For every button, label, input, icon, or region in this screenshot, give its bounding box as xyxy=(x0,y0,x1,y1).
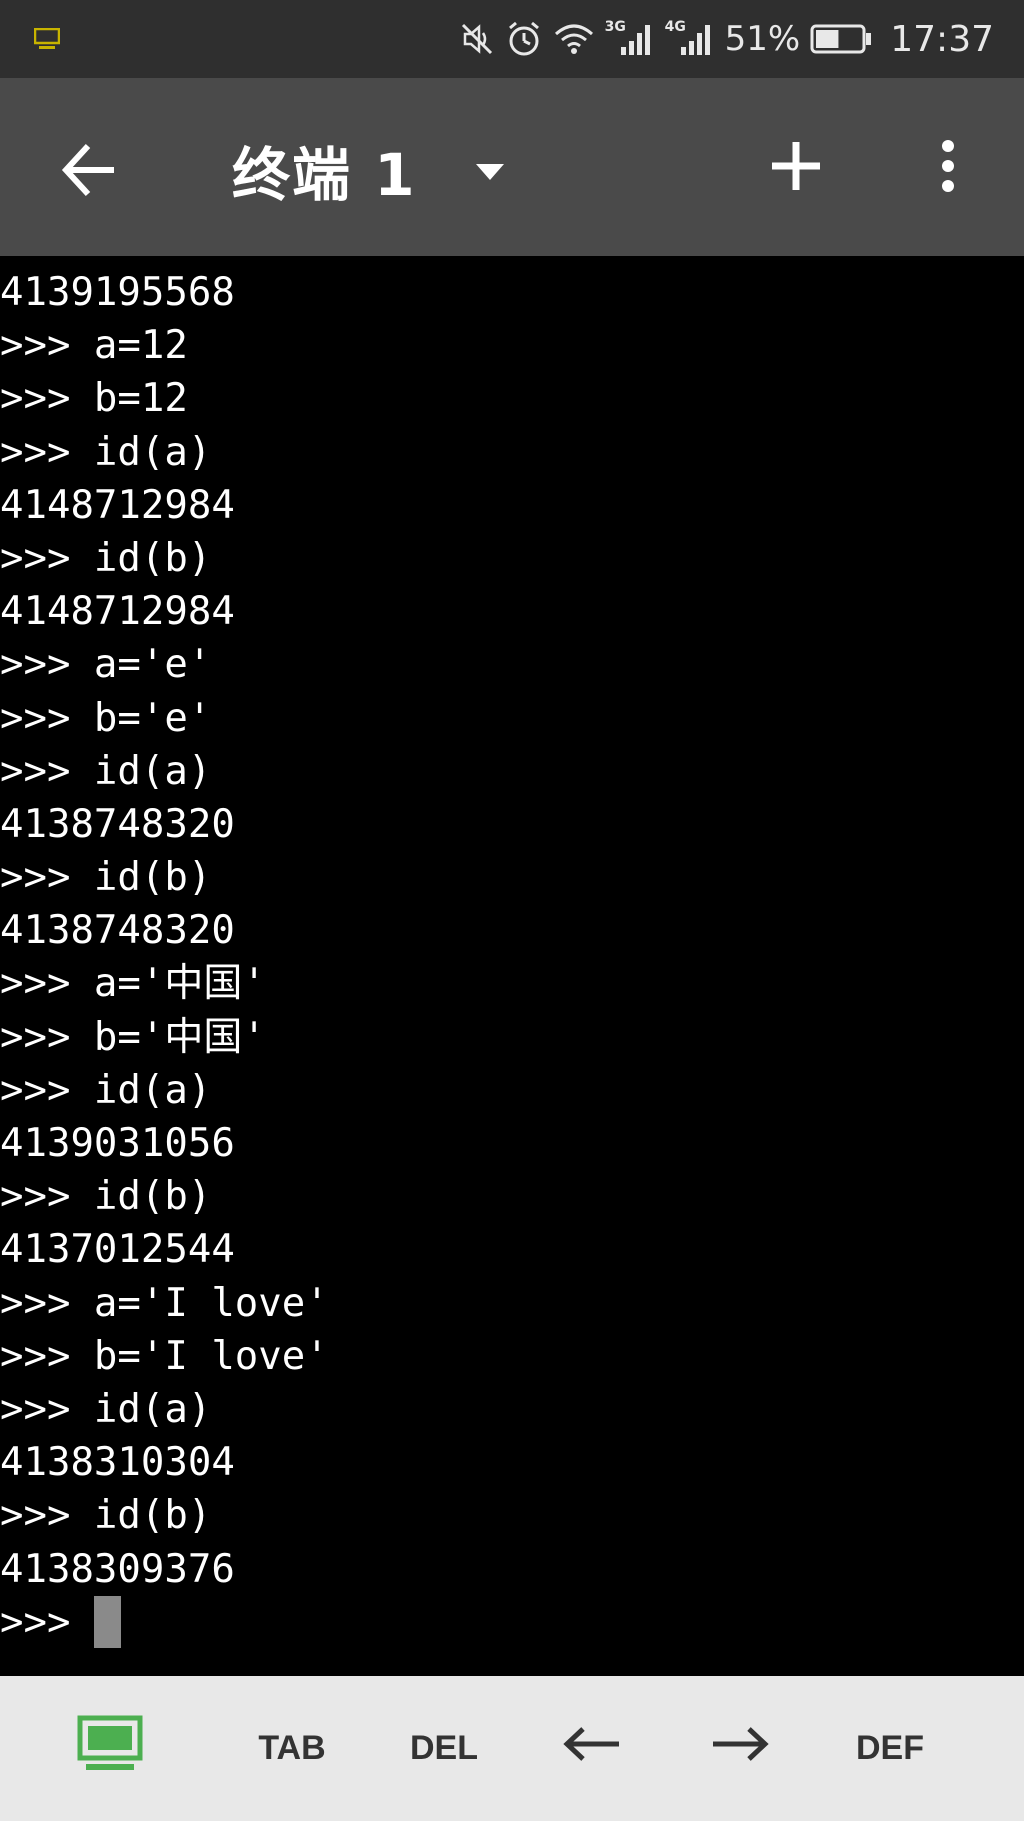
keyboard-toggle-button[interactable] xyxy=(60,1676,160,1821)
terminal-prompt: >>> xyxy=(0,1599,94,1645)
terminal-line: 4148712984 xyxy=(0,589,235,635)
left-arrow-key-button[interactable] xyxy=(530,1676,654,1821)
right-arrow-icon xyxy=(709,1724,771,1773)
signal-3g-icon: 3G xyxy=(605,19,655,59)
terminal-line: >>> id(b) xyxy=(0,535,212,581)
terminal-line: 4138748320 xyxy=(0,908,235,954)
terminal-line: 4139195568 xyxy=(0,270,235,315)
terminal-line: 4138310304 xyxy=(0,1440,235,1486)
terminal-line: >>> b=12 xyxy=(0,376,188,422)
terminal-line: >>> a='中国' xyxy=(0,961,266,1007)
clock: 17:37 xyxy=(890,18,994,60)
terminal-line: >>> b='I love' xyxy=(0,1333,329,1379)
battery-icon xyxy=(810,24,872,54)
terminal-cursor xyxy=(93,1596,121,1649)
terminal-line: >>> id(a) xyxy=(0,1067,212,1113)
mute-icon xyxy=(459,21,495,57)
terminal-line: 4138748320 xyxy=(0,801,235,847)
signal-4g-icon: 4G xyxy=(665,19,715,59)
alarm-icon xyxy=(505,20,543,58)
terminal-line: >>> id(b) xyxy=(0,1493,212,1539)
terminal-line: >>> a=12 xyxy=(0,323,188,369)
terminal-line: >>> a='e' xyxy=(0,642,212,688)
terminal-line: 4137012544 xyxy=(0,1227,235,1273)
left-arrow-icon xyxy=(561,1724,623,1773)
right-arrow-key-button[interactable] xyxy=(678,1676,802,1821)
terminal-line: >>> b='中国' xyxy=(0,1014,266,1060)
session-title[interactable]: 终端 1 xyxy=(232,128,417,212)
more-vertical-icon[interactable] xyxy=(928,136,968,196)
extra-keys-bar: TAB DEL DEF xyxy=(0,1676,1024,1821)
terminal-output[interactable]: 4139195568 >>> a=12 >>> b=12 >>> id(a) 41487… xyxy=(0,256,1024,1676)
monitor-icon xyxy=(34,28,60,50)
terminal-prompt-line[interactable]: >>> xyxy=(0,1596,1024,1649)
terminal-line: >>> id(a) xyxy=(0,1386,212,1432)
terminal-line: 4138309376 xyxy=(0,1546,235,1592)
wifi-icon xyxy=(553,22,595,56)
terminal-line: >>> id(b) xyxy=(0,855,212,901)
dropdown-caret-icon[interactable] xyxy=(470,158,510,188)
terminal-line: 4148712984 xyxy=(0,482,235,528)
app-bar: 终端 1 xyxy=(0,78,1024,256)
tab-key-button[interactable]: TAB xyxy=(230,1676,354,1821)
def-key-button[interactable]: DEF xyxy=(828,1676,952,1821)
plus-icon[interactable] xyxy=(766,136,826,196)
battery-percent: 51% xyxy=(724,19,801,59)
terminal-line: 4139031056 xyxy=(0,1121,235,1166)
del-key-button[interactable]: DEL xyxy=(382,1676,506,1821)
terminal-line: >>> id(b) xyxy=(0,1174,212,1220)
back-arrow-icon[interactable] xyxy=(58,138,122,202)
keyboard-monitor-icon xyxy=(76,1714,144,1783)
terminal-line: >>> id(a) xyxy=(0,429,212,475)
status-bar: 3G 4G 51% 17:37 xyxy=(0,0,1024,78)
terminal-line: >>> b='e' xyxy=(0,695,212,741)
terminal-line: >>> a='I love' xyxy=(0,1280,329,1326)
terminal-line: >>> id(a) xyxy=(0,748,212,794)
terminal-lines: 4139195568 >>> a=12 >>> b=12 >>> id(a) 41487… xyxy=(0,266,1024,1596)
